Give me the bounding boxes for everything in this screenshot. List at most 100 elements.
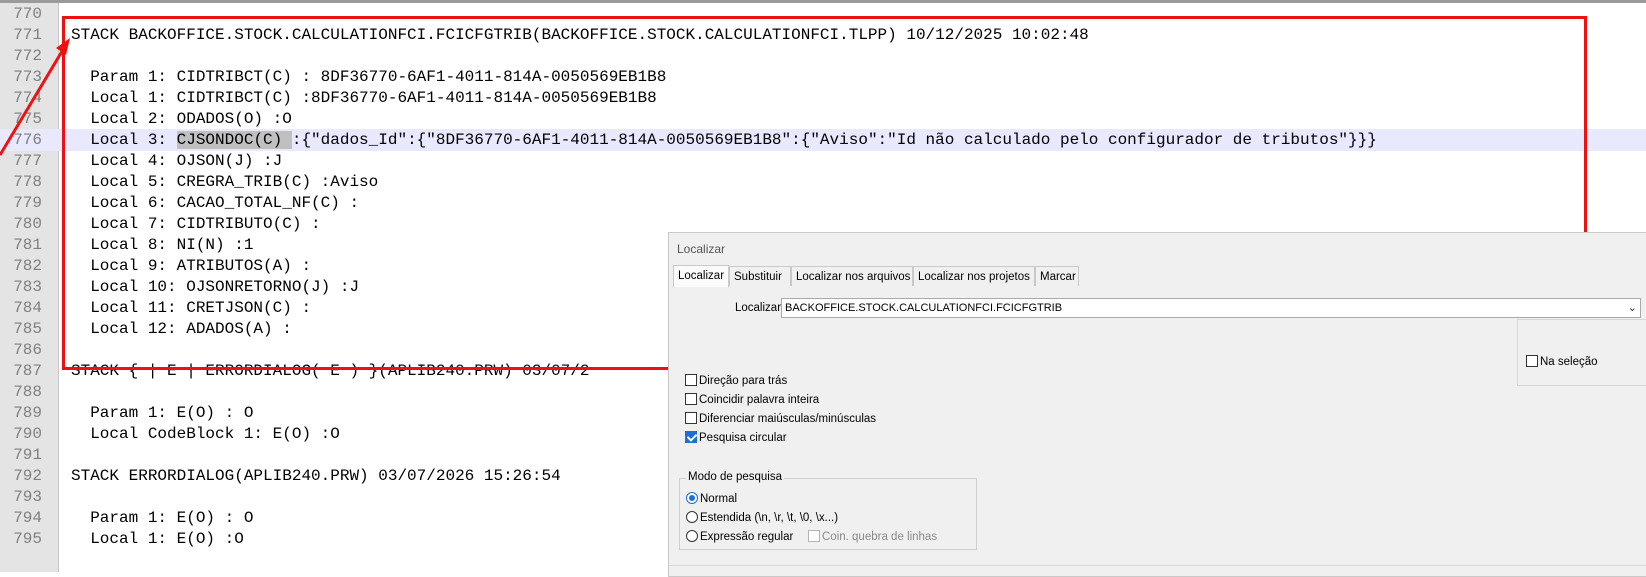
editor-line[interactable]: 778 Local 5: CREGRA_TRIB(C) :Aviso: [0, 171, 1646, 193]
line-text-prefix: Local 3:: [71, 131, 177, 149]
editor-line-current[interactable]: 776 Local 3: CJSONDOC(C) :{"dados_Id":{"…: [0, 129, 1646, 151]
line-text: Local 4: OJSON(J) :J: [71, 152, 283, 170]
radio-label: Expressão regular: [700, 531, 794, 543]
find-label: Localizar:: [735, 302, 785, 314]
dialog-divider: [669, 565, 1646, 566]
search-mode-group: Modo de pesquisa Normal Estendida (\n, \…: [679, 471, 977, 550]
line-number: 791: [13, 446, 42, 464]
line-number: 790: [13, 425, 42, 443]
line-text: Local 5: CREGRA_TRIB(C) :Aviso: [71, 173, 379, 191]
radio-checked[interactable]: [686, 492, 698, 504]
line-text: Local 11: CRETJSON(C) :: [71, 299, 312, 317]
in-selection-checkbox[interactable]: Na seleção: [1526, 354, 1598, 370]
line-text: STACK BACKOFFICE.STOCK.CALCULATIONFCI.FC…: [71, 26, 1089, 44]
line-number: 789: [13, 404, 42, 422]
line-text: Param 1: CIDTRIBCT(C) : 8DF36770-6AF1-40…: [71, 68, 667, 86]
checkbox-box[interactable]: [1526, 355, 1538, 367]
checkbox-box[interactable]: [685, 412, 697, 424]
line-number: 781: [13, 236, 42, 254]
line-number: 793: [13, 488, 42, 506]
checkbox-box[interactable]: [685, 374, 697, 386]
line-text: Local 1: CIDTRIBCT(C) :8DF36770-6AF1-401…: [71, 89, 657, 107]
line-text-suffix: :{"dados_Id":{"8DF36770-6AF1-4011-814A-0…: [291, 131, 1377, 149]
search-mode-normal-radio[interactable]: Normal: [686, 491, 737, 507]
option-label: Pesquisa circular: [699, 432, 787, 444]
editor-line[interactable]: 771 STACK BACKOFFICE.STOCK.CALCULATIONFCI…: [0, 24, 1646, 46]
line-text: Local 12: ADADOS(A) :: [71, 320, 292, 338]
radio-button[interactable]: [686, 511, 698, 523]
dot-newline-checkbox[interactable]: Coin. quebra de linhas: [808, 529, 937, 545]
dot-newline-label: Coin. quebra de linhas: [822, 531, 938, 543]
line-number: 778: [13, 173, 42, 191]
line-number: 795: [13, 530, 42, 548]
line-text: Local CodeBlock 1: E(O) :O: [71, 425, 340, 443]
line-number: 782: [13, 257, 42, 275]
line-number: 787: [13, 362, 42, 380]
option-wrap-around-checkbox[interactable]: Pesquisa circular: [685, 430, 787, 446]
editor-line[interactable]: 772: [0, 45, 1646, 67]
line-number: 773: [13, 68, 42, 86]
line-text: Local 8: NI(N) :1: [71, 236, 254, 254]
option-backward-checkbox[interactable]: Direção para trás: [685, 373, 787, 389]
option-label: Coincidir palavra inteira: [699, 394, 820, 406]
line-number: 783: [13, 278, 42, 296]
line-number: 785: [13, 320, 42, 338]
line-number: 786: [13, 341, 42, 359]
line-text: Local 6: CACAO_TOTAL_NF(C) :: [71, 194, 360, 212]
radio-button[interactable]: [686, 530, 698, 542]
line-text: STACK ERRORDIALOG(APLIB240.PRW) 03/07/20…: [71, 467, 561, 485]
editor-line[interactable]: 779 Local 6: CACAO_TOTAL_NF(C) :: [0, 192, 1646, 214]
dialog-title: Localizar: [677, 242, 726, 256]
option-match-case-checkbox[interactable]: Diferenciar maiúsculas/minúsculas: [685, 411, 876, 427]
chevron-down-icon[interactable]: ⌄: [1628, 299, 1637, 317]
line-number: 772: [13, 47, 42, 65]
line-number: 774: [13, 89, 42, 107]
checkbox-box[interactable]: [685, 393, 697, 405]
find-input[interactable]: BACKOFFICE.STOCK.CALCULATIONFCI.FCICFGTR…: [781, 298, 1641, 318]
selected-word-highlight: CJSONDOC(C): [176, 131, 292, 149]
in-selection-label: Na seleção: [1540, 356, 1598, 368]
checkbox-checked[interactable]: [685, 431, 697, 443]
editor-line[interactable]: 770: [0, 3, 1646, 25]
option-label: Direção para trás: [699, 375, 788, 387]
line-number: 777: [13, 152, 42, 170]
line-text: Local 2: ODADOS(O) :O: [71, 110, 292, 128]
line-text: Local 1: E(O) :O: [71, 530, 244, 548]
option-whole-word-checkbox[interactable]: Coincidir palavra inteira: [685, 392, 819, 408]
radio-label: Estendida (\n, \r, \t, \0, \x...): [700, 512, 839, 524]
tab-localizar[interactable]: Localizar: [673, 265, 729, 287]
line-number: 771: [13, 26, 42, 44]
line-number: 788: [13, 383, 42, 401]
tab-marcar[interactable]: Marcar: [1035, 266, 1079, 286]
option-label: Diferenciar maiúsculas/minúsculas: [699, 413, 877, 425]
line-text: Local 9: ATRIBUTOS(A) :: [71, 257, 312, 275]
line-text: Local 10: OJSONRETORNO(J) :J: [71, 278, 360, 296]
tab-localizar-arquivos[interactable]: Localizar nos arquivos: [791, 266, 913, 286]
tab-localizar-projetos[interactable]: Localizar nos projetos: [913, 266, 1035, 286]
search-mode-regex-radio[interactable]: Expressão regular: [686, 529, 793, 545]
line-text: Local 7: CIDTRIBUTO(C) :: [71, 215, 321, 233]
search-mode-legend: Modo de pesquisa: [686, 471, 784, 483]
line-text: STACK { | E | ERRORDIALOG( E ) }(APLIB24…: [71, 362, 590, 380]
line-number: 775: [13, 110, 42, 128]
line-number: 780: [13, 215, 42, 233]
editor-line[interactable]: 777 Local 4: OJSON(J) :J: [0, 150, 1646, 172]
line-number: 779: [13, 194, 42, 212]
radio-label: Normal: [700, 493, 738, 505]
line-number: 792: [13, 467, 42, 485]
tab-substituir[interactable]: Substituir: [729, 266, 791, 286]
line-number: 794: [13, 509, 42, 527]
line-text: Param 1: E(O) : O: [71, 509, 254, 527]
find-input-value: BACKOFFICE.STOCK.CALCULATIONFCI.FCICFGTR…: [785, 302, 1063, 314]
editor-line[interactable]: 775 Local 2: ODADOS(O) :O: [0, 108, 1646, 130]
line-text: Local 3: CJSONDOC(C) :{"dados_Id":{"8DF3…: [71, 129, 1377, 151]
search-mode-extended-radio[interactable]: Estendida (\n, \r, \t, \0, \x...): [686, 510, 838, 526]
editor-line[interactable]: 773 Param 1: CIDTRIBCT(C) : 8DF36770-6AF…: [0, 66, 1646, 88]
line-number: 784: [13, 299, 42, 317]
editor-line[interactable]: 774 Local 1: CIDTRIBCT(C) :8DF36770-6AF1…: [0, 87, 1646, 109]
checkbox-box[interactable]: [808, 530, 820, 542]
line-number: 770: [13, 5, 42, 23]
find-dialog[interactable]: Localizar Localizar Substituir Localizar…: [668, 232, 1646, 577]
line-text: Param 1: E(O) : O: [71, 404, 254, 422]
selection-group: Na seleção: [1517, 319, 1646, 386]
